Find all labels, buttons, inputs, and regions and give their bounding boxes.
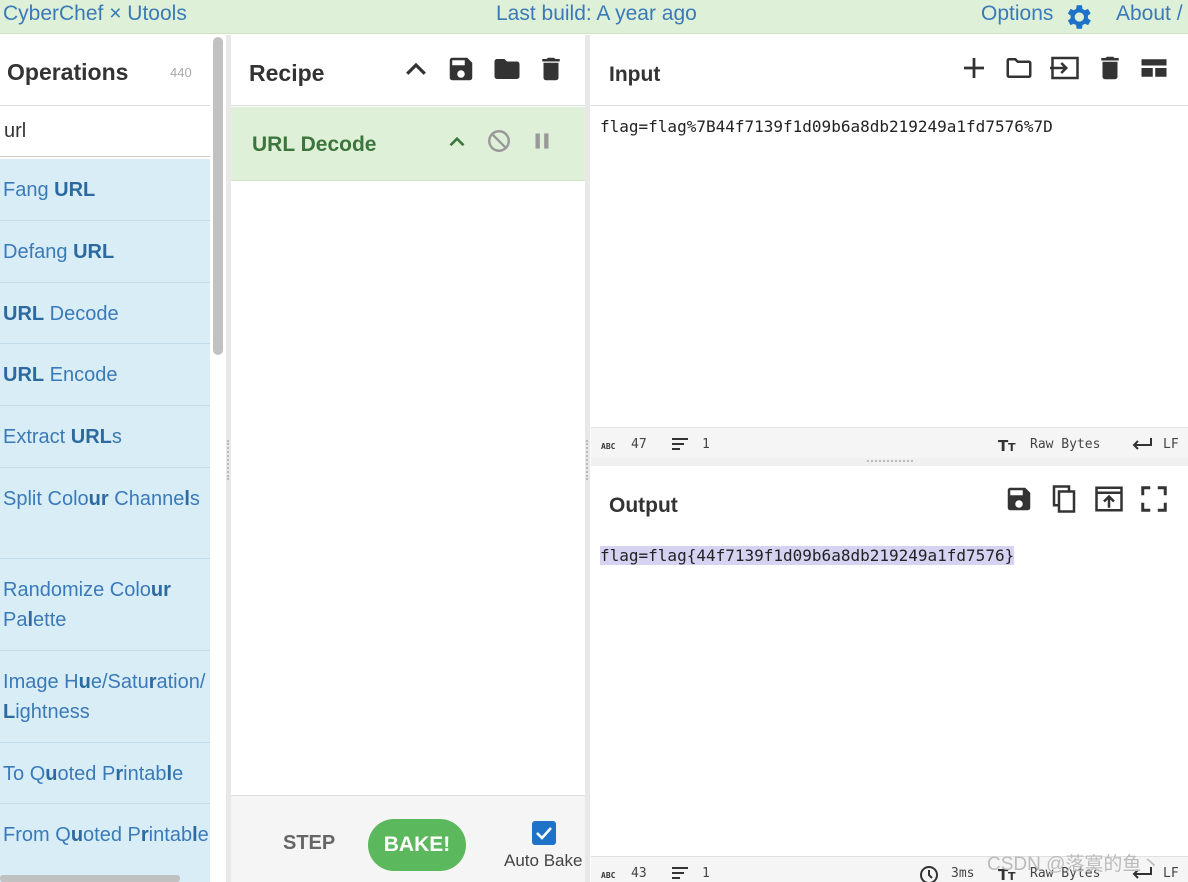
input-title: Input xyxy=(609,63,661,86)
lines-icon xyxy=(672,438,688,450)
operations-list: Fang URL Defang URL URL Decode URL Encod… xyxy=(0,159,210,882)
op-item-label: To Quoted Printable xyxy=(3,763,184,785)
lines-icon xyxy=(672,867,688,879)
input-encoding[interactable]: Raw Bytes xyxy=(1030,437,1100,452)
operations-horizontal-scrollbar[interactable] xyxy=(0,875,180,882)
horizontal-divider[interactable] xyxy=(591,458,1188,466)
output-line-count: 1 xyxy=(702,866,710,881)
op-item-url-decode[interactable]: URL Decode xyxy=(0,283,210,344)
recipe-operation-title: URL Decode xyxy=(252,133,377,156)
chevron-up-icon[interactable] xyxy=(401,55,431,85)
recipe-operation-url-decode[interactable]: URL Decode xyxy=(231,107,585,181)
recipe-controls: STEP BAKE! Auto Bake xyxy=(231,795,585,882)
op-item-from-quoted-printable[interactable]: From Quoted Printable xyxy=(0,804,210,882)
text-size-icon: TT xyxy=(998,437,1016,454)
load-file-icon[interactable] xyxy=(1048,53,1082,83)
bake-button[interactable]: BAKE! xyxy=(368,819,466,871)
op-item-label: Image Hue/Saturation/Lightness xyxy=(3,671,206,723)
op-item-label: From Quoted Printable xyxy=(3,824,209,846)
output-panel: Output flag=flag{44f7139f1d09b6a8db21924… xyxy=(591,466,1188,882)
operations-count: 440 xyxy=(170,65,192,80)
maximize-icon[interactable] xyxy=(1139,484,1169,514)
op-item-label: URL Decode xyxy=(3,303,119,325)
top-bar: CyberChef × Utools Last build: A year ag… xyxy=(0,0,1188,34)
op-item-randomize-colour-palette[interactable]: Randomize Colour Palette xyxy=(0,559,210,651)
input-panel: Input flag=flag%7B44f7139f1d09b6a8db2192… xyxy=(591,35,1188,461)
op-item-fang-url[interactable]: Fang URL xyxy=(0,159,210,221)
watermark: CSDN @落寞的鱼丶 xyxy=(987,854,1161,875)
operations-search-input[interactable] xyxy=(0,107,210,157)
op-item-label: Randomize Colour Palette xyxy=(3,579,171,631)
output-title: Output xyxy=(609,494,678,517)
output-header: Output xyxy=(591,466,1188,532)
svg-text:ABC: ABC xyxy=(601,442,616,451)
abc-icon: ABC xyxy=(601,442,616,451)
divider-grip xyxy=(586,440,588,480)
input-header: Input xyxy=(591,35,1188,106)
operations-title: Operations xyxy=(7,59,129,85)
layout-icon[interactable] xyxy=(1139,53,1169,83)
operations-scrollbar[interactable] xyxy=(213,37,223,355)
input-status-bar: ABC 47 1 TT Raw Bytes LF xyxy=(591,427,1188,461)
folder-icon[interactable] xyxy=(492,54,522,84)
recipe-title: Recipe xyxy=(249,60,325,86)
save-icon[interactable] xyxy=(1004,484,1034,514)
options-link[interactable]: Options xyxy=(981,2,1053,26)
op-item-image-hue-saturation[interactable]: Image Hue/Saturation/Lightness xyxy=(0,651,210,743)
divider-grip xyxy=(227,440,229,480)
save-icon[interactable] xyxy=(446,54,476,84)
plus-icon[interactable] xyxy=(959,53,989,83)
app-title: CyberChef × Utools xyxy=(3,2,187,25)
disable-icon[interactable] xyxy=(486,128,512,154)
operations-header: Operations 440 xyxy=(0,35,210,106)
recipe-header: Recipe xyxy=(231,35,585,106)
operations-panel: Operations 440 Fang URL Defang URL URL D… xyxy=(0,35,226,882)
input-eol[interactable]: LF xyxy=(1163,437,1179,452)
op-item-label: Defang URL xyxy=(3,241,115,263)
divider-grip xyxy=(867,460,913,462)
input-textarea[interactable]: flag=flag%7B44f7139f1d09b6a8db219249a1fd… xyxy=(600,117,1053,136)
about-link[interactable]: About / xyxy=(1116,2,1183,26)
output-bake-time: 3ms xyxy=(951,866,975,881)
recipe-panel: Recipe URL Decode STEP BAKE! Auto Bake xyxy=(231,35,585,882)
input-line-count: 1 xyxy=(702,437,710,452)
last-build-text: Last build: A year ago xyxy=(496,2,697,25)
op-item-label: Split Colour Channels xyxy=(3,488,200,510)
svg-text:T: T xyxy=(1008,441,1016,454)
clock-icon xyxy=(920,866,938,882)
open-folder-icon[interactable] xyxy=(1004,53,1034,83)
output-eol[interactable]: LF xyxy=(1163,866,1179,881)
op-item-defang-url[interactable]: Defang URL xyxy=(0,221,210,283)
op-item-to-quoted-printable[interactable]: To Quoted Printable xyxy=(0,743,210,804)
op-item-url-encode[interactable]: URL Encode xyxy=(0,344,210,406)
replace-input-icon[interactable] xyxy=(1094,484,1124,514)
op-item-extract-urls[interactable]: Extract URLs xyxy=(0,406,210,468)
pause-icon[interactable] xyxy=(529,128,555,154)
return-icon xyxy=(1132,438,1152,450)
output-text[interactable]: flag=flag{44f7139f1d09b6a8db219249a1fd75… xyxy=(600,546,1015,565)
op-item-label: Extract URLs xyxy=(3,426,122,448)
op-item-label: URL Encode xyxy=(3,364,118,386)
svg-text:ABC: ABC xyxy=(601,871,616,880)
abc-icon: ABC xyxy=(601,871,616,880)
chevron-up-icon[interactable] xyxy=(444,129,470,155)
auto-bake-label: Auto Bake xyxy=(504,851,583,870)
gear-icon[interactable] xyxy=(1062,1,1094,33)
trash-icon[interactable] xyxy=(1095,53,1125,83)
checkmark-icon xyxy=(536,827,552,840)
step-button[interactable]: STEP xyxy=(283,832,335,855)
copy-icon[interactable] xyxy=(1049,484,1079,514)
op-item-split-colour-channels[interactable]: Split Colour Channels xyxy=(0,468,210,559)
panel-divider[interactable] xyxy=(585,35,590,882)
auto-bake-checkbox[interactable] xyxy=(532,821,556,845)
output-char-count: 43 xyxy=(631,866,647,881)
op-item-label: Fang URL xyxy=(3,179,96,201)
trash-icon[interactable] xyxy=(536,54,566,84)
input-char-count: 47 xyxy=(631,437,647,452)
